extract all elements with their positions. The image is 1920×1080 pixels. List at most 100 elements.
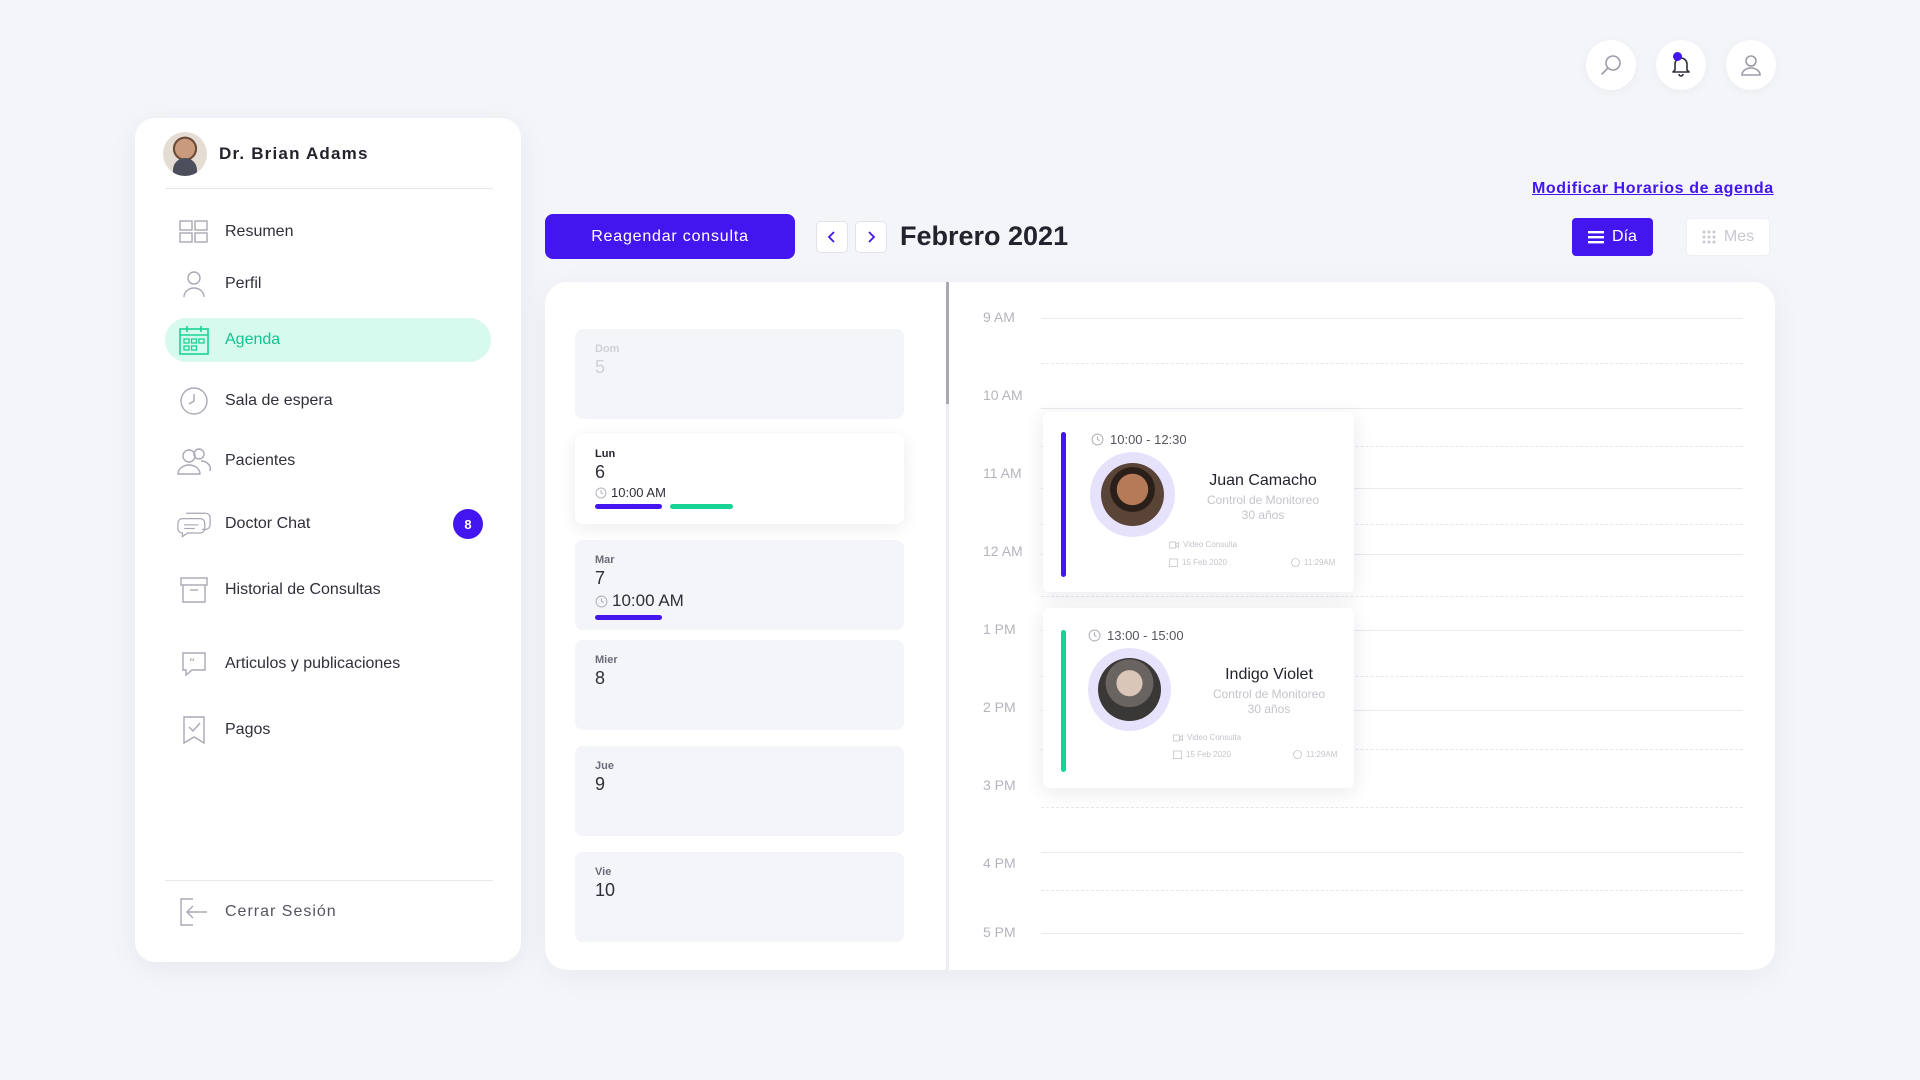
appointment-time-text: 10:00 - 12:30 <box>1110 432 1187 447</box>
day-number: 5 <box>595 357 606 377</box>
appointment-time: 13:00 - 15:00 <box>1088 628 1184 643</box>
sidebar-item-resumen[interactable]: Resumen <box>165 210 491 254</box>
sidebar-item-label: Agenda <box>225 331 281 348</box>
search-button[interactable] <box>1586 40 1636 90</box>
day-card-selected[interactable]: Lun 6 10:00 AM <box>575 434 904 524</box>
clock-icon <box>177 384 211 418</box>
day-number: 9 <box>595 774 606 794</box>
appointment-time: 10:00 - 12:30 <box>1091 432 1187 447</box>
clock-icon <box>595 595 608 607</box>
reschedule-button[interactable]: Reagendar consulta <box>545 214 795 259</box>
patient-photo <box>1088 648 1171 731</box>
day-abbr: Vie <box>595 866 612 878</box>
hour-line <box>1041 318 1743 319</box>
appointment-clock: 11:29AM <box>1293 750 1337 759</box>
appointment-bar <box>595 504 662 509</box>
calendar-panel: Dom 5 Lun 6 10:00 AM Mar 7 10:00 AM Mier… <box>545 282 1775 970</box>
logout-button[interactable]: Cerrar Sesión <box>165 890 491 934</box>
logout-icon <box>177 895 211 929</box>
month-title: Febrero 2021 <box>900 221 1069 251</box>
hour-line <box>1041 933 1743 934</box>
sidebar-item-pacientes[interactable]: Pacientes <box>165 439 491 483</box>
appointment-bars <box>595 615 884 620</box>
doctor-profile[interactable]: Dr. Brian Adams <box>163 132 369 176</box>
day-abbr: Jue <box>595 760 614 772</box>
day-abbr: Mar <box>595 554 615 566</box>
quote-icon: “ <box>177 647 211 681</box>
header-actions <box>1586 40 1776 90</box>
appointment-type: Control de Monitoreo <box>1206 493 1320 507</box>
scrollbar-thumb[interactable] <box>946 282 949 404</box>
time-label: 11 AM <box>983 465 1022 481</box>
hour-line <box>1041 852 1743 853</box>
prev-month-button[interactable] <box>816 221 848 253</box>
sidebar-item-articulos[interactable]: “ Articulos y publicaciones <box>165 642 491 686</box>
avatar <box>163 132 207 176</box>
sidebar-item-doctor-chat[interactable]: Doctor Chat 8 <box>165 502 491 546</box>
notifications-button[interactable] <box>1656 40 1706 90</box>
view-day-label: Día <box>1612 228 1637 245</box>
day-abbr: Lun <box>595 448 616 460</box>
archive-icon <box>177 573 211 607</box>
patient-photo <box>1090 452 1175 537</box>
consultation-mode: Video Consulta <box>1169 540 1237 549</box>
half-hour-line <box>1041 807 1743 808</box>
days-list: Dom 5 Lun 6 10:00 AM Mar 7 10:00 AM Mier… <box>545 282 945 970</box>
chevron-right-icon <box>868 231 876 243</box>
day-abbr: Dom <box>595 343 620 355</box>
person-icon <box>177 267 211 301</box>
time-label: 12 AM <box>983 543 1023 559</box>
clock-icon <box>1293 750 1302 759</box>
avatar <box>1101 463 1164 526</box>
hour-line <box>1041 408 1743 409</box>
appointment-clock-text: 11:29AM <box>1304 558 1336 567</box>
unread-badge: 8 <box>453 509 483 539</box>
appointment-bar <box>595 615 662 620</box>
day-number: 10 <box>595 880 616 900</box>
sidebar-item-sala-de-espera[interactable]: Sala de espera <box>165 379 491 423</box>
time-label: 5 PM <box>983 924 1016 940</box>
grid-dots-icon <box>1702 230 1716 244</box>
avatar <box>1098 658 1161 721</box>
day-abbr: Mier <box>595 654 618 666</box>
calendar-icon <box>177 323 211 357</box>
half-hour-line <box>1041 890 1743 891</box>
modify-schedule-link[interactable]: Modificar Horarios de agenda <box>1532 180 1774 198</box>
day-card[interactable]: Dom 5 <box>575 329 904 419</box>
day-appointment-time: 10:00 AM <box>595 591 884 611</box>
account-button[interactable] <box>1726 40 1776 90</box>
next-month-button[interactable] <box>855 221 887 253</box>
sidebar-item-pagos[interactable]: Pagos <box>165 708 491 752</box>
appointment-date: 15 Feb 2020 <box>1173 750 1231 759</box>
sidebar-item-label: Pagos <box>225 721 271 738</box>
user-icon <box>1741 55 1761 76</box>
view-month-button[interactable]: Mes <box>1686 218 1770 256</box>
day-card[interactable]: Jue 9 <box>575 746 904 836</box>
sidebar: Dr. Brian Adams Resumen Perfil Agenda Sa… <box>135 118 521 962</box>
patient-age: 30 años <box>1241 508 1285 522</box>
calendar-icon <box>1173 750 1182 759</box>
doctor-name: Dr. Brian Adams <box>219 144 369 163</box>
sidebar-item-agenda[interactable]: Agenda <box>165 318 491 362</box>
day-card[interactable]: Mar 7 10:00 AM <box>575 540 904 630</box>
view-month-label: Mes <box>1723 228 1755 245</box>
clock-icon <box>595 487 607 498</box>
view-day-button[interactable]: Día <box>1572 218 1653 256</box>
appointment-card[interactable]: 10:00 - 12:30 Juan Camacho Control de Mo… <box>1043 412 1354 592</box>
day-number: 6 <box>595 462 606 482</box>
sidebar-item-perfil[interactable]: Perfil <box>165 262 491 306</box>
time-label: 3 PM <box>983 777 1016 793</box>
sidebar-item-label: Sala de espera <box>225 392 333 409</box>
day-appointment-time: 10:00 AM <box>595 485 884 500</box>
sidebar-item-label: Resumen <box>225 223 294 240</box>
clock-icon <box>1291 558 1300 567</box>
day-card[interactable]: Mier 8 <box>575 640 904 730</box>
time-text: 10:00 AM <box>612 591 684 610</box>
patient-age: 30 años <box>1247 702 1291 716</box>
appointment-card[interactable]: 13:00 - 15:00 Indigo Violet Control de M… <box>1043 608 1354 788</box>
sidebar-item-label: Doctor Chat <box>225 515 311 532</box>
sidebar-item-historial[interactable]: Historial de Consultas <box>165 568 491 612</box>
day-card[interactable]: Vie 10 <box>575 852 904 942</box>
day-number: 7 <box>595 568 606 588</box>
grid-icon <box>177 215 211 249</box>
